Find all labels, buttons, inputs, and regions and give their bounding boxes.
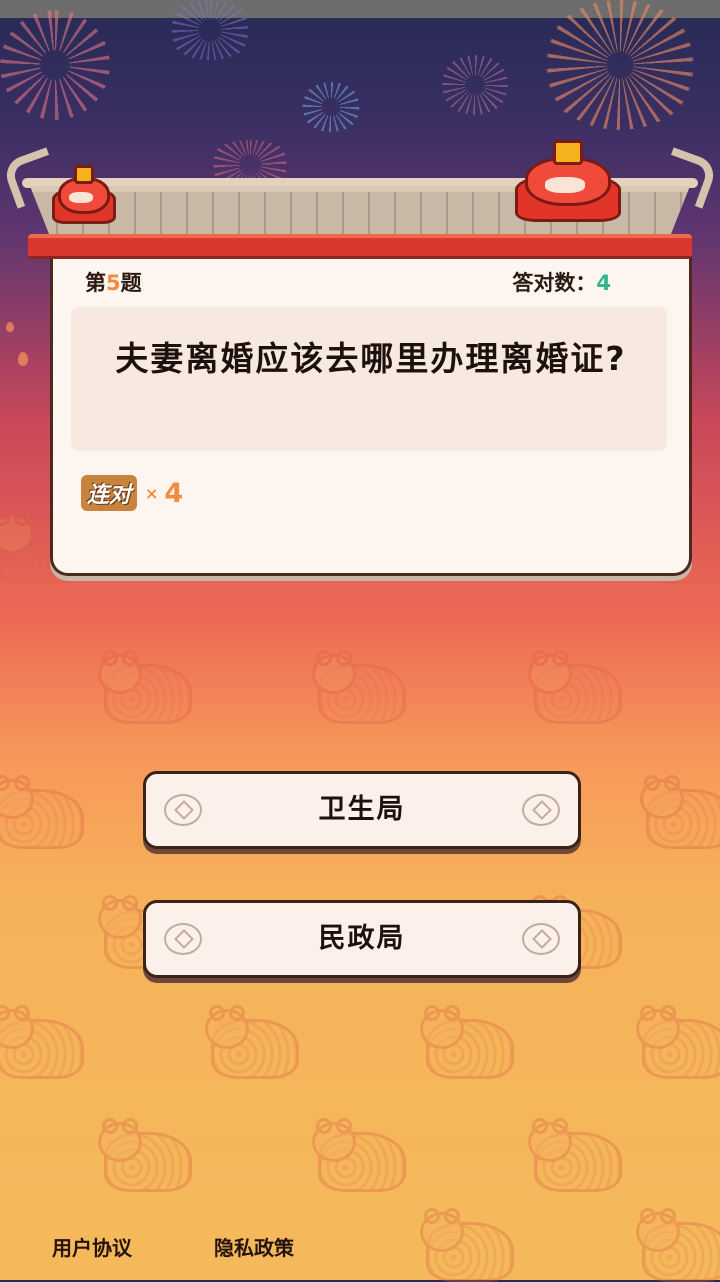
tiger-pattern-icon (205, 1005, 299, 1079)
question-number-value: 5 (106, 271, 121, 295)
correct-count: 答对数：4 (512, 271, 611, 295)
user-agreement-link[interactable]: 用户协议 (52, 1232, 132, 1261)
firework-icon (300, 82, 362, 132)
answer-option-label: 民政局 (318, 923, 406, 954)
coin-icon (522, 923, 560, 955)
tiger-pattern-icon (640, 775, 720, 849)
question-card: 第5题 答对数：4 夫妻离婚应该去哪里办理离婚证? 连对 × 4 (50, 245, 692, 576)
firework-spark-icon (18, 352, 28, 366)
tiger-pattern-icon (636, 1005, 720, 1079)
combo-label: 连对 (81, 475, 138, 511)
question-text: 夫妻离婚应该去哪里办理离婚证? (115, 339, 627, 378)
tiger-pattern-icon (312, 1118, 406, 1192)
tiger-pattern-icon (528, 1118, 622, 1192)
tiger-pattern-icon (0, 1005, 84, 1079)
answer-option-label: 卫生局 (318, 794, 406, 825)
answer-option-1[interactable]: 卫生局 (143, 771, 581, 849)
combo-count: 4 (164, 477, 184, 509)
firework-icon (440, 55, 510, 115)
tiger-pattern-icon (0, 775, 84, 849)
correct-count-value: 4 (596, 271, 611, 295)
tiger-toy-icon (52, 164, 116, 224)
privacy-policy-link[interactable]: 隐私政策 (214, 1232, 294, 1261)
tiger-toy-icon (515, 139, 621, 222)
tiger-pattern-icon (528, 650, 622, 724)
combo-streak: 连对 × 4 (81, 473, 183, 513)
tiger-pattern-icon (312, 650, 406, 724)
tiger-pattern-icon (98, 1118, 192, 1192)
tiger-pattern-icon (636, 1208, 720, 1282)
tiger-pattern-icon (420, 1005, 514, 1079)
temple-roof (0, 139, 720, 260)
answer-option-2[interactable]: 民政局 (143, 900, 581, 978)
question-number: 第5题 (85, 271, 142, 295)
firework-icon (165, 0, 255, 60)
coin-icon (522, 794, 560, 826)
firework-spark-icon (6, 322, 14, 332)
firework-icon (0, 10, 110, 120)
firework-icon (540, 0, 700, 130)
question-box: 夫妻离婚应该去哪里办理离婚证? (71, 307, 667, 451)
tiger-pattern-icon (98, 650, 192, 724)
tiger-pattern-icon (420, 1208, 514, 1282)
combo-multiplier: × (145, 483, 159, 503)
